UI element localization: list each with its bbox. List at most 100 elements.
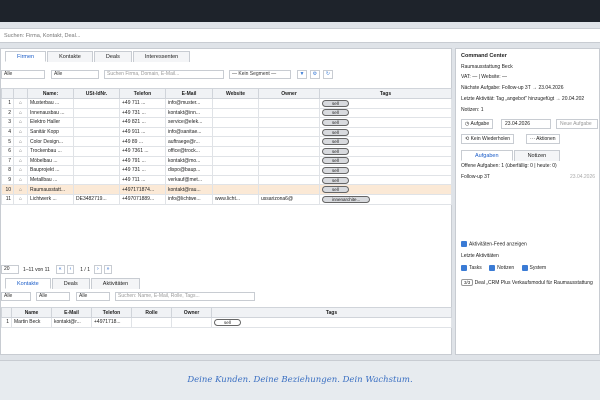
tab-notizen[interactable]: Notizen <box>513 150 561 161</box>
lock-icon[interactable]: ⌂ <box>13 145 28 157</box>
filter-icon[interactable]: ▼ <box>297 70 307 79</box>
tab-interessenten[interactable]: Interessenten <box>132 51 191 62</box>
segment-select[interactable]: — Kein Segment — <box>229 70 291 79</box>
phone-cell[interactable]: +4971718... <box>91 317 132 328</box>
website-cell[interactable] <box>212 165 259 176</box>
email-cell[interactable]: verkauf@met... <box>165 174 213 186</box>
tag-pill[interactable]: sell <box>322 138 349 146</box>
phone-cell[interactable]: +49 7361 ... <box>119 145 166 157</box>
website-cell[interactable] <box>212 98 259 109</box>
table-row[interactable]: 2 ⌂ Innenausbau ... +49 731 ... kontakt@inn.… <box>1 107 452 119</box>
tab-aufgaben[interactable]: Aufgaben <box>461 150 513 161</box>
lock-icon[interactable]: ⌂ <box>13 193 28 205</box>
email-cell[interactable]: dispo@baup... <box>165 165 213 176</box>
filter-select-b[interactable]: Alle <box>51 70 99 79</box>
last-page-button[interactable]: » <box>103 265 113 274</box>
email-cell[interactable]: service@elek... <box>165 117 213 128</box>
website-cell[interactable]: www.licht... <box>212 193 259 205</box>
email-cell[interactable]: info@muster... <box>165 98 213 109</box>
phone-cell[interactable]: +497171874... <box>119 184 166 195</box>
sub-filter-select-a[interactable]: Alle <box>1 292 31 301</box>
check-tasks[interactable]: Tasks <box>461 265 482 271</box>
tag-pill[interactable]: sell <box>322 109 349 117</box>
next-page-button[interactable]: › <box>93 265 102 274</box>
company-name-cell[interactable]: Elektro Haller <box>27 117 74 128</box>
phone-cell[interactable]: +49 731 ... <box>119 165 166 176</box>
email-cell[interactable]: kontakt@r... <box>51 317 92 328</box>
page-size-select[interactable]: 20 <box>1 265 19 274</box>
filter-select-a[interactable]: Alle <box>1 70 45 79</box>
activity-entry[interactable]: 3/3 Deal „CRM Plus Verkaufsmodul für Rau… <box>461 279 593 286</box>
lock-icon[interactable]: ⌂ <box>13 184 28 195</box>
table-row[interactable]: 3 ⌂ Elektro Haller +49 821 ... service@elek.… <box>1 117 452 128</box>
tag-pill[interactable]: sell <box>322 186 349 194</box>
email-cell[interactable]: auftraege@r... <box>165 136 213 147</box>
actions-button[interactable]: ··· Aktionen <box>526 134 560 144</box>
lock-icon[interactable]: ⌂ <box>13 98 28 109</box>
table-row[interactable]: 6 ⌂ Trockenbau ... +49 7361 ... office@trock… <box>1 145 452 157</box>
email-cell[interactable]: kontakt@rau... <box>165 184 213 195</box>
table-row[interactable]: 1 Martin Beck kontakt@r... +4971718... sell <box>1 317 452 328</box>
phone-cell[interactable]: +49 89 ... <box>119 136 166 147</box>
lock-icon[interactable]: ⌂ <box>13 174 28 186</box>
website-cell[interactable] <box>212 184 259 195</box>
task-date-input[interactable]: 23.04.2026 <box>501 119 551 129</box>
tag-pill[interactable]: sell <box>322 157 349 165</box>
table-row[interactable]: 10 ⌂ Raumausstatt... +497171874... kontakt@r… <box>1 184 452 195</box>
company-name-cell[interactable]: Raumausstatt... <box>27 184 74 195</box>
tag-pill[interactable]: sell <box>322 166 349 174</box>
tag-pill[interactable]: sell <box>322 176 349 184</box>
global-search-input[interactable] <box>4 31 564 41</box>
sub-filter-select-b[interactable]: Alle <box>36 292 70 301</box>
company-name-cell[interactable]: Lichtwerk ... <box>27 193 74 205</box>
task-item-name[interactable]: Follow-up 3T <box>461 174 490 180</box>
email-cell[interactable]: kontakt@inn... <box>165 107 213 119</box>
new-task-input[interactable]: Neue Aufgabe <box>556 119 598 129</box>
tab-sub-deals[interactable]: Deals <box>51 278 90 289</box>
website-cell[interactable] <box>212 174 259 186</box>
phone-cell[interactable]: +49 791 ... <box>119 155 166 167</box>
contact-name-cell[interactable]: Martin Beck <box>11 317 52 328</box>
lock-icon[interactable]: ⌂ <box>13 126 28 138</box>
phone-cell[interactable]: +49 821 ... <box>119 117 166 128</box>
table-row[interactable]: 5 ⌂ Color Design... +49 89 ... auftraege@r..… <box>1 136 452 147</box>
company-name-cell[interactable]: Color Design... <box>27 136 74 147</box>
company-name-cell[interactable]: Möbelbau ... <box>27 155 74 167</box>
table-row[interactable]: 7 ⌂ Möbelbau ... +49 791 ... kontakt@mo... se… <box>1 155 452 167</box>
table-row[interactable]: 4 ⌂ Sanitär Kopp +49 911 ... info@sanitae...… <box>1 126 452 138</box>
settings-icon[interactable]: ⚙ <box>310 70 320 79</box>
phone-cell[interactable]: +49 731 ... <box>119 107 166 119</box>
lock-icon[interactable]: ⌂ <box>13 136 28 147</box>
table-row[interactable]: 9 ⌂ Metallbau ... +49 711 ... verkauf@met...… <box>1 174 452 186</box>
company-search-input[interactable]: Suchen Firma, Domain, E-Mail... <box>104 70 224 79</box>
email-cell[interactable]: info@lichtwe... <box>165 193 213 205</box>
company-name-cell[interactable]: Sanitär Kopp <box>27 126 74 138</box>
website-cell[interactable] <box>212 107 259 119</box>
tab-sub-aktivitaeten[interactable]: Aktivitäten <box>90 278 141 289</box>
tab-deals[interactable]: Deals <box>93 51 132 62</box>
tag-pill[interactable]: sell <box>214 318 241 326</box>
sub-filter-select-c[interactable]: Alle <box>76 292 110 301</box>
website-cell[interactable] <box>212 155 259 167</box>
add-task-button[interactable]: ◷ Aufgabe <box>461 119 494 129</box>
company-name-cell[interactable]: Musterbau ... <box>27 98 74 109</box>
company-name-cell[interactable]: Trockenbau ... <box>27 145 74 157</box>
website-cell[interactable] <box>212 126 259 138</box>
phone-cell[interactable]: +49 911 ... <box>119 126 166 138</box>
tag-pill[interactable]: sell <box>322 128 349 136</box>
website-cell[interactable] <box>212 136 259 147</box>
check-notes[interactable]: Notizen <box>489 265 514 271</box>
phone-cell[interactable]: +49 711 ... <box>119 98 166 109</box>
email-cell[interactable]: kontakt@mo... <box>165 155 213 167</box>
tab-firmen[interactable]: Firmen <box>5 51 47 62</box>
lock-icon[interactable]: ⌂ <box>13 117 28 128</box>
no-repeat-button[interactable]: ⟲ Kein Wiederholen <box>461 134 515 144</box>
email-cell[interactable]: info@sanitae... <box>165 126 213 138</box>
company-name-cell[interactable]: Metallbau ... <box>27 174 74 186</box>
table-row[interactable]: 8 ⌂ Bauprojekt ... +49 731 ... dispo@baup...… <box>1 165 452 176</box>
lock-icon[interactable]: ⌂ <box>13 155 28 167</box>
phone-cell[interactable]: +497071889... <box>119 193 166 205</box>
tag-pill[interactable]: innenarchite... <box>322 195 371 203</box>
lock-icon[interactable]: ⌂ <box>13 107 28 119</box>
tab-sub-kontakte[interactable]: Kontakte <box>5 278 51 289</box>
